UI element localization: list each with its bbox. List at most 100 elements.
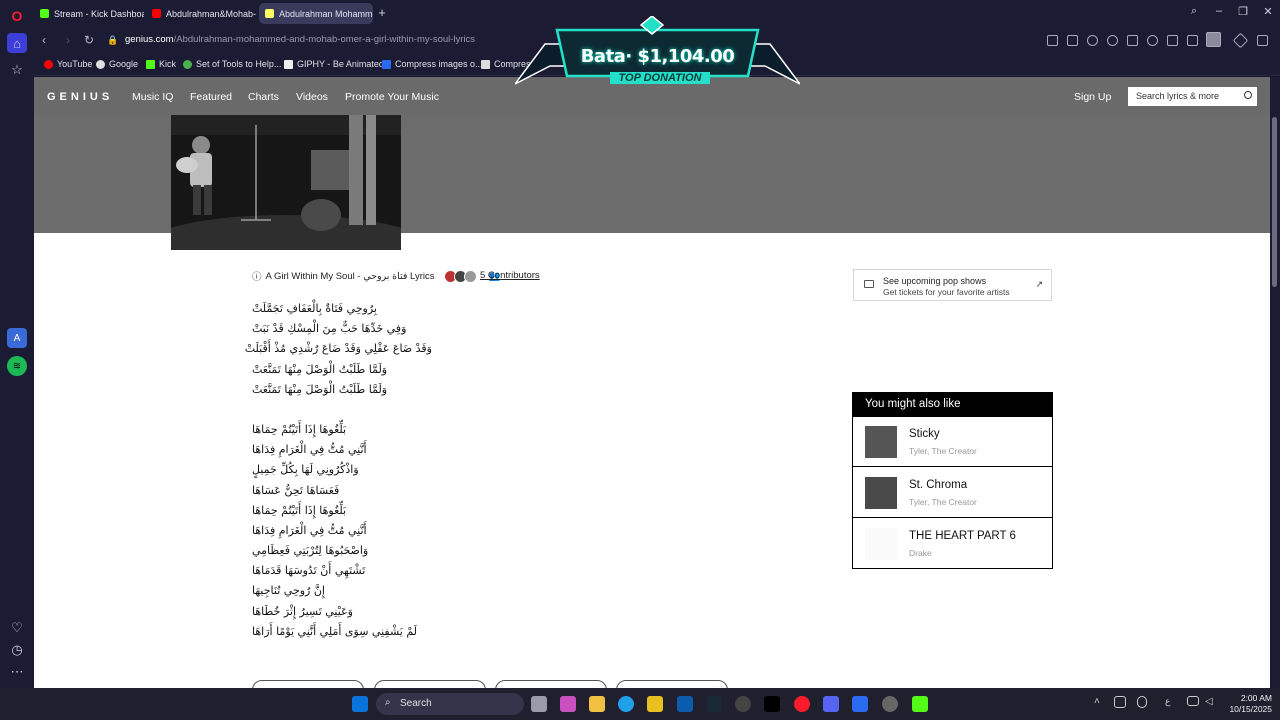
outlook-icon[interactable] <box>677 696 693 712</box>
forward-icon[interactable]: › <box>61 33 75 47</box>
tray-app-icon[interactable] <box>1114 696 1126 708</box>
recommendation-item[interactable]: St. Chroma Tyler, The Creator <box>853 468 1052 518</box>
task-view-icon[interactable] <box>531 696 547 712</box>
search-tabs-icon[interactable]: ⌕ <box>1186 5 1202 18</box>
address-input[interactable]: genius.com/Abdulrahman-mohammed-and-moha… <box>125 34 475 45</box>
lyric-line[interactable]: فَعَسَاهَا تَحِنُّ عَسَاهَا <box>252 481 432 501</box>
nav-music-iq[interactable]: Music IQ <box>132 91 173 103</box>
menu-icon[interactable] <box>1187 35 1198 46</box>
search-icon[interactable] <box>1244 91 1252 99</box>
pill-button[interactable] <box>616 680 728 688</box>
minimize-button[interactable]: – <box>1211 5 1227 17</box>
lyric-line[interactable]: وَفِي خَدِّهَا حَبٌّ مِنَ الْمِسْكِ قَدْ… <box>252 319 432 339</box>
shield-icon[interactable] <box>852 696 868 712</box>
windows-start-icon[interactable] <box>352 696 368 712</box>
scroll-thumb[interactable] <box>1272 117 1277 287</box>
lyric-line[interactable]: بَلِّغُوهَا إِذَا أَتَيْتُمْ حِمَاهَا <box>252 501 432 521</box>
vpn-icon[interactable] <box>1107 35 1118 46</box>
volume-icon[interactable]: ◁ <box>1205 696 1217 712</box>
maximize-button[interactable]: ❐ <box>1235 5 1251 18</box>
download-icon[interactable] <box>1167 35 1178 46</box>
tab-kick-dashboard[interactable]: Stream - Kick Dashboard <box>34 3 144 24</box>
nav-charts[interactable]: Charts <box>248 91 279 103</box>
close-button[interactable]: ✕ <box>1260 5 1276 18</box>
lyric-line[interactable]: أَنَّنِي مُتُّ فِي الْغَرَامِ فِدَاهَا <box>252 521 432 541</box>
pill-button[interactable] <box>374 680 486 688</box>
discord-icon[interactable] <box>823 696 839 712</box>
chevron-up-icon[interactable]: ˄ <box>1094 696 1104 712</box>
lyric-line[interactable]: وَاصْحَبُوهَا لِتُرْبَتِي فَعِظَامِي <box>252 541 432 561</box>
opera-icon[interactable] <box>794 696 810 712</box>
heart-icon[interactable]: ♡ <box>7 618 27 638</box>
nav-featured[interactable]: Featured <box>190 91 232 103</box>
pill-button[interactable] <box>495 680 607 688</box>
shield-icon[interactable] <box>1087 35 1098 46</box>
tab-genius-lyrics[interactable]: Abdulrahman Mohamme <box>259 3 373 24</box>
pill-button[interactable] <box>252 680 364 688</box>
bookmark-compress-images[interactable]: Compress images o... <box>382 59 483 69</box>
extension-icon[interactable] <box>1232 32 1249 49</box>
edit-icon[interactable] <box>1047 35 1058 46</box>
lyric-line[interactable]: وَقَدْ ضَاعَ عَقْلِي وَقَدْ ضَاعَ رُشْدِ… <box>245 339 432 359</box>
clock-time: 2:00 AM <box>1240 693 1272 703</box>
bookmark-tools[interactable]: Set of Tools to Help... <box>183 59 281 69</box>
4k-icon[interactable] <box>735 696 751 712</box>
history-icon[interactable]: ◷ <box>7 640 27 660</box>
play-icon[interactable] <box>1127 35 1138 46</box>
lyric-line[interactable]: وَاذْكُرُونِي لَهَا بِكُلِّ جَمِيلٍ <box>252 460 432 480</box>
lyric-line[interactable]: وَلَمَّا طَلَبْتُ الْوَصْلَ مِنْهَا تَمَ… <box>252 380 432 400</box>
file-explorer-icon[interactable] <box>589 696 605 712</box>
more-icon[interactable]: ⋯ <box>7 662 27 682</box>
lyric-line[interactable]: وَلَمَّا طَلَبْتُ الْوَصْلَ مِنْهَا تَمَ… <box>252 360 432 380</box>
back-icon[interactable]: ‹ <box>37 33 51 47</box>
reload-icon[interactable]: ↻ <box>82 33 96 47</box>
bookmark-youtube[interactable]: YouTube <box>44 59 92 69</box>
network-icon[interactable] <box>1187 696 1199 706</box>
bookmark-giphy[interactable]: GIPHY - Be Animated <box>284 59 384 69</box>
lyric-line[interactable]: إِنَّ رُوحِي تُنَاجِيهَا <box>252 581 432 601</box>
steam-icon[interactable] <box>706 696 722 712</box>
recommendation-item[interactable]: THE HEART PART 6 Drake <box>853 519 1052 569</box>
system-clock[interactable]: 2:00 AM 10/15/2025 <box>1222 693 1272 715</box>
search-input[interactable]: Search lyrics & more <box>1128 87 1257 106</box>
page-scrollbar[interactable] <box>1270 77 1280 688</box>
lyric-line[interactable]: لَمْ يَشْفِنِي سِوَى أَمَلِي أَنَّنِي يَ… <box>252 622 432 642</box>
lyric-line[interactable]: بِرُوحِي فَتَاةٌ بِالْعَفَافِ تَجَمَّلَت… <box>252 299 432 319</box>
aria-icon[interactable]: A <box>7 328 27 348</box>
recommendation-item[interactable]: Sticky Tyler, The Creator <box>853 417 1052 467</box>
tiktok-icon[interactable] <box>764 696 780 712</box>
lyric-line[interactable]: وَعَيْنِي تَسِيرُ إِثْرَ خُطَاهَا <box>252 602 432 622</box>
lyric-line[interactable]: أَنَّنِي مُتُّ فِي الْغَرَامِ فِدَاهَا <box>252 440 432 460</box>
opera-logo-icon[interactable]: O <box>7 6 27 26</box>
obs-icon[interactable] <box>882 696 898 712</box>
camera-icon[interactable] <box>1067 35 1078 46</box>
language-icon[interactable]: ع <box>1165 696 1175 712</box>
edge-icon[interactable] <box>618 696 634 712</box>
heart-icon[interactable] <box>1147 35 1158 46</box>
nav-promote[interactable]: Promote Your Music <box>345 91 439 103</box>
kick-icon[interactable] <box>912 696 928 712</box>
profile-avatar[interactable] <box>1206 32 1221 47</box>
store-icon[interactable] <box>647 696 663 712</box>
taskbar-search[interactable]: ⌕ Search <box>376 693 524 715</box>
flame-icon: ♨ <box>503 240 512 251</box>
copilot-icon[interactable] <box>560 696 576 712</box>
lyric-line[interactable] <box>252 400 432 420</box>
tickets-card[interactable]: See upcoming pop shows Get tickets for y… <box>853 269 1052 301</box>
spotify-icon[interactable]: ≋ <box>7 356 27 376</box>
settings-icon[interactable] <box>1257 35 1268 46</box>
tab-youtube-song[interactable]: Abdulrahman&Mohab-A <box>146 3 256 24</box>
contributor-avatars[interactable] <box>444 269 478 283</box>
nav-videos[interactable]: Videos <box>296 91 328 103</box>
lyric-line[interactable]: تَشْتَهِي أَنْ تَدُوسَهَا قَدَمَاهَا <box>252 561 432 581</box>
sign-up-link[interactable]: Sign Up <box>1074 91 1111 103</box>
bookmark-google[interactable]: Google <box>96 59 138 69</box>
genius-logo[interactable]: GENIUS <box>47 91 113 103</box>
lyric-line[interactable]: بَلِّغُوهَا إِذَا أَتَيْتُمْ حِمَاهَا <box>252 420 432 440</box>
bookmark-kick[interactable]: Kick <box>146 59 176 69</box>
star-icon[interactable]: ☆ <box>7 60 27 80</box>
microphone-icon[interactable] <box>1137 696 1147 708</box>
new-tab-button[interactable]: + <box>374 5 390 20</box>
home-icon[interactable]: ⌂ <box>7 33 27 53</box>
contributors-link[interactable]: 5 Contributors <box>480 270 540 281</box>
